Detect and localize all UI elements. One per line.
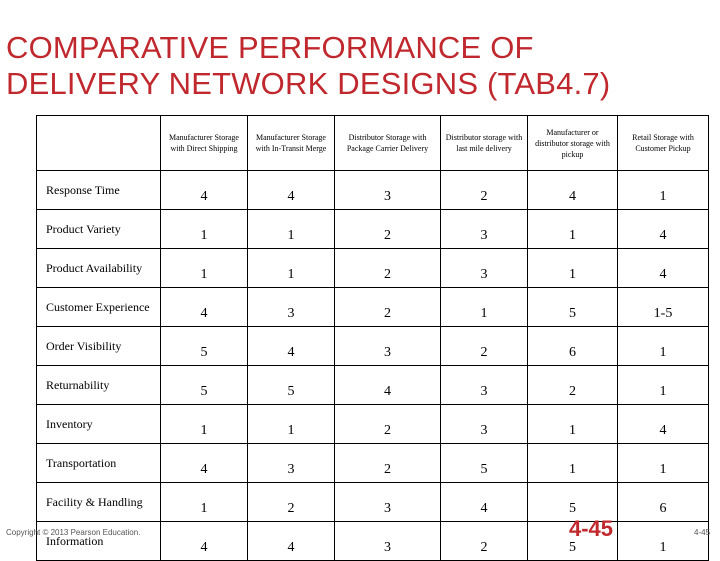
table-cell: 1 [527,443,618,483]
column-header: Retail Storage with Customer Pickup [617,115,709,171]
table-cell: 2 [334,404,441,444]
row-label: Product Availability [36,248,161,288]
row-label: Facility & Handling [36,482,161,522]
table-cell: 3 [440,365,528,405]
table-cell: 3 [247,287,335,327]
table-cell: 1 [527,404,618,444]
title-line-2: DELIVERY NETWORK DESIGNS (TAB4.7) [6,66,611,101]
header-row: Manufacturer Storage with Direct Shippin… [36,115,709,171]
table-cell: 2 [334,248,441,288]
table-cell: 3 [440,248,528,288]
table-cell: 5 [440,443,528,483]
table-row: Product Variety 1 1 2 3 1 4 [36,209,709,249]
table-row: Customer Experience 4 3 2 1 5 1-5 [36,287,709,327]
table-cell: 1 [617,170,709,210]
table-row: Transportation 4 3 2 5 1 1 [36,443,709,483]
table-cell: 6 [527,326,618,366]
title-line-1: COMPARATIVE PERFORMANCE OF [6,30,534,65]
slide-number: 4-45 [569,516,614,541]
table-cell: 2 [440,170,528,210]
table-cell: 3 [334,326,441,366]
table-cell: 1 [527,248,618,288]
table-cell: 1-5 [617,287,709,327]
column-header: Manufacturer Storage with Direct Shippin… [160,115,248,171]
table-cell: 1 [440,287,528,327]
slide-title: COMPARATIVE PERFORMANCE OF DELIVERY NETW… [6,30,610,102]
copyright: Copyright © 2013 Pearson Education. [6,528,141,537]
table-cell: 5 [527,287,618,327]
table-cell: 1 [617,365,709,405]
table-cell: 1 [617,326,709,366]
performance-table: Manufacturer Storage with Direct Shippin… [36,115,709,561]
table-cell: 2 [334,443,441,483]
table-cell: 4 [160,443,248,483]
table-cell: 1 [247,404,335,444]
row-label: Returnability [36,365,161,405]
table-cell: 1 [160,482,248,522]
table-cell: 2 [527,365,618,405]
table-cell: 1 [160,248,248,288]
table-cell: 4 [527,170,618,210]
table-row: Inventory 1 1 2 3 1 4 [36,404,709,444]
table-cell: 4 [247,326,335,366]
page-number: 4-45 [694,528,711,537]
table-cell: 4 [617,209,709,249]
table-cell: 3 [334,170,441,210]
row-label: Order Visibility [36,326,161,366]
table-cell: 4 [247,521,335,561]
table-cell: 2 [440,521,528,561]
table-cell: 3 [440,404,528,444]
table-row: Returnability 5 5 4 3 2 1 [36,365,709,405]
column-header: Distributor Storage with Package Carrier… [334,115,441,171]
column-header: Manufacturer Storage with In-Transit Mer… [247,115,335,171]
table-cell: 4 [334,365,441,405]
table-cell: 6 [617,482,709,522]
table-row: Product Availability 1 1 2 3 1 4 [36,248,709,288]
row-label: Inventory [36,404,161,444]
table-cell: 3 [440,209,528,249]
table-cell: 4 [160,287,248,327]
table-cell: 3 [334,521,441,561]
table-cell: 5 [160,365,248,405]
row-label: Transportation [36,443,161,483]
row-label: Customer Experience [36,287,161,327]
table-cell: 1 [247,248,335,288]
table-cell: 3 [334,482,441,522]
table-cell: 2 [247,482,335,522]
column-header: Manufacturer or distributor storage with… [527,115,618,171]
table-cell: 3 [247,443,335,483]
row-label: Response Time [36,170,161,210]
column-header: Distributor storage with last mile deliv… [440,115,528,171]
table-cell: 2 [334,209,441,249]
table-row: Order Visibility 5 4 3 2 6 1 [36,326,709,366]
table-cell: 5 [247,365,335,405]
table-cell: 1 [247,209,335,249]
table-cell: 1 [617,443,709,483]
row-label: Product Variety [36,209,161,249]
table-cell: 1 [160,404,248,444]
column-header [36,115,161,171]
table-cell: 1 [160,209,248,249]
table-cell: 2 [334,287,441,327]
table-cell: 4 [247,170,335,210]
table-cell: 4 [160,521,248,561]
table-cell: 4 [160,170,248,210]
table-cell: 5 [160,326,248,366]
table-row: Response Time 4 4 3 2 4 1 [36,170,709,210]
table-cell: 1 [527,209,618,249]
table-cell: 2 [440,326,528,366]
table-cell: 4 [617,248,709,288]
table-cell: 4 [617,404,709,444]
table-cell: 4 [440,482,528,522]
